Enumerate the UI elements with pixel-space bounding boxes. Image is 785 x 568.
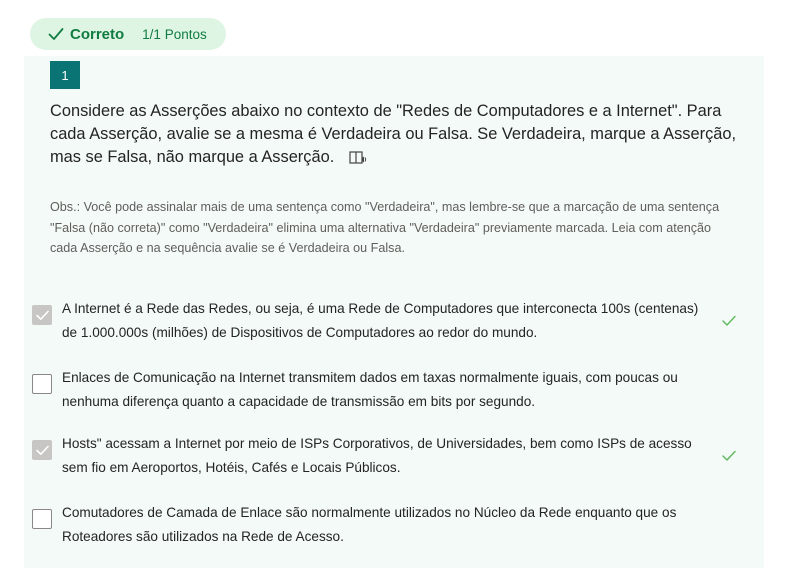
status-badge: Correto 1/1 Pontos <box>30 18 226 50</box>
option-text: Enlaces de Comunicação na Internet trans… <box>62 370 678 409</box>
question-text: Considere as Asserções abaixo no context… <box>50 102 737 166</box>
points-label: 1/1 Pontos <box>142 26 207 42</box>
option-checkbox[interactable] <box>32 440 52 460</box>
option-2[interactable]: Enlaces de Comunicação na Internet trans… <box>32 366 752 416</box>
question-text-block: Considere as Asserções abaixo no context… <box>50 100 750 169</box>
option-1[interactable]: A Internet é a Rede das Redes, ou seja, … <box>32 297 752 347</box>
option-checkbox[interactable] <box>32 305 52 325</box>
question-note: Obs.: Você pode assinalar mais de uma se… <box>50 200 720 255</box>
option-4[interactable]: Comutadores de Camada de Enlace são norm… <box>32 501 752 551</box>
correct-checkmark-icon <box>722 450 736 461</box>
checkmark-icon <box>48 27 64 41</box>
option-checkbox[interactable] <box>32 374 52 394</box>
option-text: Hosts" acessam a Internet por meio de IS… <box>62 436 692 475</box>
option-3[interactable]: Hosts" acessam a Internet por meio de IS… <box>32 432 752 482</box>
checkmark-icon <box>36 310 49 320</box>
question-number: 1 <box>50 61 80 89</box>
status-label: Correto <box>70 25 125 43</box>
option-text: A Internet é a Rede das Redes, ou seja, … <box>62 301 699 340</box>
option-checkbox[interactable] <box>32 509 52 529</box>
immersive-reader-icon[interactable] <box>349 150 367 166</box>
correct-checkmark-icon <box>722 315 736 326</box>
checkmark-icon <box>36 445 49 455</box>
option-text: Comutadores de Camada de Enlace são norm… <box>62 505 677 544</box>
